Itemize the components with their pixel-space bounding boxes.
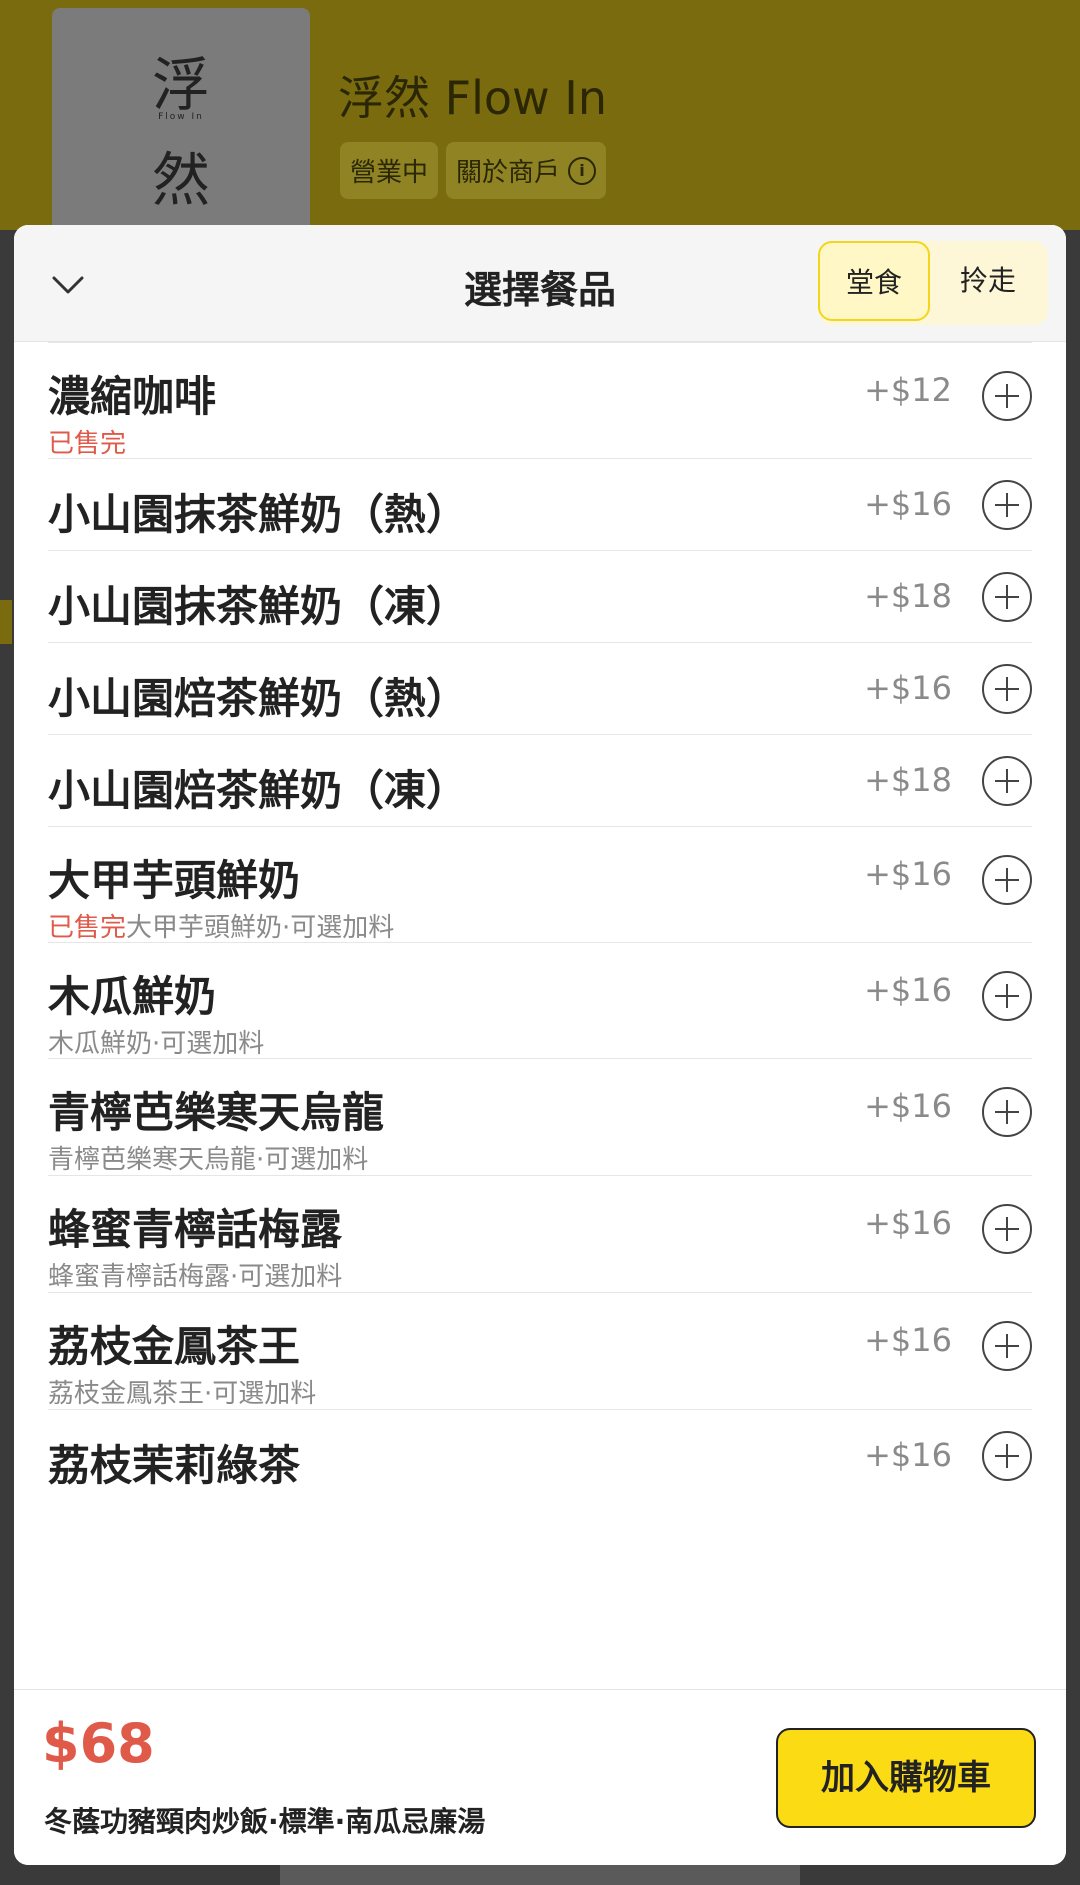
about-label: 關於商戶	[456, 158, 561, 188]
background-accent	[0, 600, 12, 644]
menu-item[interactable]: 蜂蜜青檸話梅露蜂蜜青檸話梅露·可選加料 +$16	[48, 1175, 1032, 1293]
cart-footer: $68 冬蔭功豬頸肉炒飯·標準·南瓜忌廉湯 加入購物車	[14, 1689, 1066, 1865]
menu-item-name: 木瓜鮮奶	[48, 972, 217, 1021]
menu-item-price: +$16	[864, 1204, 952, 1242]
menu-item-description: 青檸芭樂寒天烏龍·可選加料	[48, 1145, 369, 1175]
menu-item[interactable]: 小山園焙茶鮮奶（凍） +$18	[48, 734, 1032, 827]
add-item-button[interactable]	[982, 572, 1032, 622]
menu-item-price: +$16	[864, 855, 952, 893]
menu-item-description: 木瓜鮮奶·可選加料	[48, 1029, 265, 1059]
sheet-header: 選擇餐品 堂食 拎走	[14, 225, 1066, 342]
menu-item-description: 蜂蜜青檸話梅露·可選加料	[48, 1262, 343, 1292]
menu-item-price: +$12	[864, 371, 952, 409]
menu-item-name: 蜂蜜青檸話梅露	[48, 1205, 343, 1254]
add-item-button[interactable]	[982, 1087, 1032, 1137]
menu-item-name: 荔枝茉莉綠茶	[48, 1441, 301, 1490]
add-item-button[interactable]	[982, 1321, 1032, 1371]
merchant-header: 浮 Flow In 然 浮然 Flow In 營業中 關於商戶 i	[0, 0, 1080, 233]
menu-item[interactable]: 荔枝金鳳茶王荔枝金鳳茶王·可選加料 +$16	[48, 1292, 1032, 1410]
menu-item-price: +$16	[864, 1436, 952, 1474]
menu-item[interactable]: 濃縮咖啡已售完 +$12	[48, 342, 1032, 459]
menu-item-name: 小山園焙茶鮮奶（熱）	[48, 674, 469, 723]
dining-mode-toggle: 堂食 拎走	[818, 241, 1048, 325]
menu-item-name: 濃縮咖啡	[48, 372, 217, 421]
menu-item[interactable]: 小山園抹茶鮮奶（熱） +$16	[48, 458, 1032, 551]
menu-item-subtitle: 已售完	[48, 423, 126, 460]
sold-out-label: 已售完	[48, 913, 127, 943]
total-price: $68	[42, 1712, 155, 1775]
menu-item-subtitle: 已售完大甲芋頭鮮奶·可選加料	[48, 907, 394, 944]
menu-item-price: +$16	[864, 971, 952, 1009]
add-item-button[interactable]	[982, 756, 1032, 806]
add-item-button[interactable]	[982, 480, 1032, 530]
add-item-button[interactable]	[982, 971, 1032, 1021]
merchant-logo: 浮 Flow In 然	[52, 8, 310, 233]
menu-item-price: +$16	[864, 1321, 952, 1359]
menu-item[interactable]: 大甲芋頭鮮奶 已售完大甲芋頭鮮奶·可選加料 +$16	[48, 826, 1032, 943]
menu-item[interactable]: 木瓜鮮奶木瓜鮮奶·可選加料 +$16	[48, 942, 1032, 1059]
menu-item-subtitle: 荔枝金鳳茶王·可選加料	[48, 1373, 316, 1410]
info-icon: i	[568, 156, 597, 185]
about-merchant-button[interactable]: 關於商戶 i	[446, 142, 607, 199]
takeaway-tab[interactable]: 拎走	[932, 241, 1044, 321]
menu-item-price: +$16	[864, 485, 952, 523]
menu-item-name: 青檸芭樂寒天烏龍	[48, 1088, 385, 1137]
add-item-button[interactable]	[982, 1204, 1032, 1254]
add-item-button[interactable]	[982, 371, 1032, 421]
add-item-button[interactable]	[982, 664, 1032, 714]
menu-item-subtitle: 蜂蜜青檸話梅露·可選加料	[48, 1256, 342, 1293]
menu-item-name: 小山園焙茶鮮奶（凍）	[48, 766, 469, 815]
menu-item-description: 荔枝金鳳茶王·可選加料	[48, 1379, 317, 1409]
menu-item[interactable]: 小山園抹茶鮮奶（凍） +$18	[48, 550, 1032, 643]
menu-item-list: 濃縮咖啡 已售完 +$12 小山園抹茶鮮奶（熱） +$16 小山園抹茶鮮奶（凍） +$18 小…	[14, 342, 1066, 1865]
order-summary: 冬蔭功豬頸肉炒飯·標準·南瓜忌廉湯	[44, 1805, 486, 1838]
logo-small-text: Flow In	[158, 112, 204, 122]
menu-item-price: +$18	[864, 577, 952, 615]
sold-out-label: 已售完	[48, 429, 127, 459]
dine-in-tab[interactable]: 堂食	[818, 241, 930, 321]
choose-item-sheet: 選擇餐品 堂食 拎走 濃縮咖啡 已售完 +$12 小山園抹茶鮮奶（熱） +$16 小山園抹…	[14, 225, 1066, 1865]
menu-item[interactable]: 小山園焙茶鮮奶（熱） +$16	[48, 642, 1032, 735]
menu-item-price: +$18	[864, 761, 952, 799]
menu-item-price: +$16	[864, 1087, 952, 1125]
menu-item-name: 小山園抹茶鮮奶（凍）	[48, 582, 469, 631]
menu-item[interactable]: 荔枝茉莉綠茶 +$16	[48, 1409, 1032, 1520]
logo-char-1: 浮	[151, 51, 210, 119]
menu-item-price: +$16	[864, 669, 952, 707]
add-to-cart-button[interactable]: 加入購物車	[776, 1728, 1036, 1828]
logo-char-2: 然	[151, 146, 210, 214]
add-item-button[interactable]	[982, 1431, 1032, 1481]
add-item-button[interactable]	[982, 855, 1032, 905]
status-label: 營業中	[350, 158, 429, 188]
menu-item-name: 小山園抹茶鮮奶（熱）	[48, 490, 469, 539]
menu-item-subtitle: 青檸芭樂寒天烏龍·可選加料	[48, 1139, 368, 1176]
menu-item-description: 大甲芋頭鮮奶·可選加料	[126, 913, 395, 943]
merchant-badges: 營業中 關於商戶 i	[340, 142, 607, 199]
menu-item-name: 荔枝金鳳茶王	[48, 1322, 301, 1371]
status-badge: 營業中	[340, 142, 439, 199]
menu-item[interactable]: 青檸芭樂寒天烏龍青檸芭樂寒天烏龍·可選加料 +$16	[48, 1058, 1032, 1176]
merchant-name: 浮然 Flow In	[338, 71, 607, 125]
menu-item-name: 大甲芋頭鮮奶	[48, 856, 301, 905]
menu-item-subtitle: 木瓜鮮奶·可選加料	[48, 1023, 264, 1060]
